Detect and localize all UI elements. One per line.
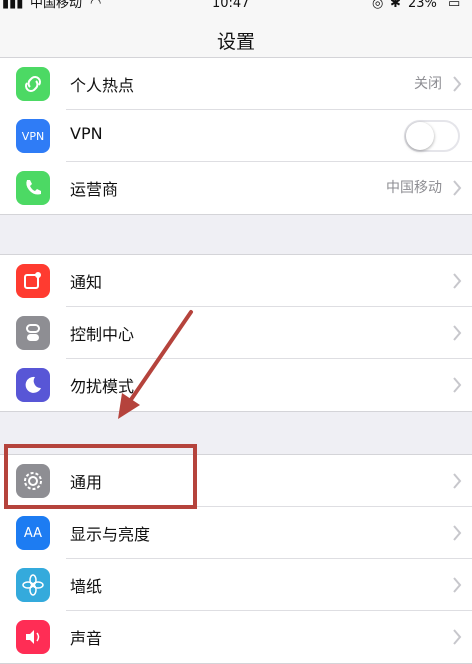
settings-row-hotspot[interactable]: 个人热点 关闭 (0, 58, 472, 110)
rotation-lock-icon: ◎ (372, 0, 384, 11)
wifi-icon: ◠ (90, 0, 102, 11)
page-title: 设置 (216, 31, 255, 53)
settings-row-display-brightness[interactable]: AA 显示与亮度 (0, 507, 472, 559)
chevron-right-icon (453, 377, 462, 393)
chevron-right-icon (453, 629, 462, 645)
row-value: 中国移动 (386, 180, 442, 196)
chevron-right-icon (453, 180, 462, 196)
hotspot-icon (16, 67, 50, 101)
chevron-right-icon (453, 76, 462, 92)
settings-row-notifications[interactable]: 通知 (0, 255, 472, 307)
moon-icon (16, 368, 50, 402)
bluetooth-icon: ✱ (390, 0, 401, 11)
vpn-icon: VPN (16, 119, 50, 153)
row-label: 个人热点 (70, 76, 135, 95)
settings-group-system: 通知 控制中心 勿扰模式 (0, 254, 472, 412)
vpn-toggle[interactable] (404, 120, 460, 152)
chevron-right-icon (453, 525, 462, 541)
annotation-highlight-box (4, 444, 197, 509)
row-label: 控制中心 (70, 325, 135, 344)
row-label: 通知 (70, 273, 103, 292)
chevron-right-icon (453, 577, 462, 593)
row-label: 显示与亮度 (70, 525, 151, 544)
settings-row-control-center[interactable]: 控制中心 (0, 307, 472, 359)
chevron-right-icon (453, 473, 462, 489)
carrier-name: 中国移动 (30, 0, 83, 11)
notifications-icon (16, 264, 50, 298)
status-bar: ▮▮▮ 中国移动 ◠ 10:47 ◎ ✱ 23% ▭ (0, 0, 472, 14)
settings-row-carrier[interactable]: 运营商 中国移动 (0, 162, 472, 214)
speaker-icon (16, 620, 50, 654)
chevron-right-icon (453, 325, 462, 341)
row-label: 声音 (70, 629, 103, 648)
flower-icon (16, 568, 50, 602)
battery-percent: 23% (408, 0, 437, 11)
display-brightness-icon: AA (16, 516, 50, 550)
settings-row-wallpaper[interactable]: 墙纸 (0, 559, 472, 611)
phone-icon (16, 171, 50, 205)
row-value: 关闭 (414, 76, 442, 92)
row-label: 墙纸 (70, 577, 103, 596)
signal-icon: ▮▮▮ (2, 0, 24, 11)
settings-row-vpn[interactable]: VPN VPN (0, 110, 472, 162)
clock: 10:47 (212, 0, 250, 11)
toggle-knob (406, 122, 434, 150)
row-label: 勿扰模式 (70, 377, 135, 396)
chevron-right-icon (453, 273, 462, 289)
settings-row-sounds[interactable]: 声音 (0, 611, 472, 663)
settings-row-do-not-disturb[interactable]: 勿扰模式 (0, 359, 472, 411)
settings-group-network: 个人热点 关闭 VPN VPN 运营商 中国移动 (0, 57, 472, 215)
row-label: VPN (70, 124, 103, 143)
battery-icon: ▭ (448, 0, 461, 11)
row-label: 运营商 (70, 180, 119, 199)
control-center-icon (16, 316, 50, 350)
